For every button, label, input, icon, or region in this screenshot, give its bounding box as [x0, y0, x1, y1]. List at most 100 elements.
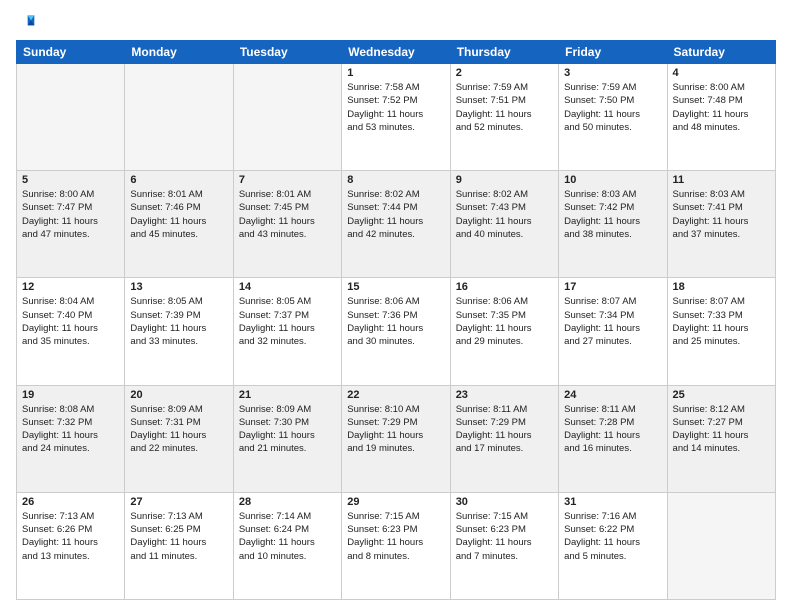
calendar-week-5: 26 Sunrise: 7:13 AM Sunset: 6:26 PM Dayli… — [17, 492, 776, 599]
calendar-week-3: 12 Sunrise: 8:04 AM Sunset: 7:40 PM Dayli… — [17, 278, 776, 385]
calendar-cell: 10 Sunrise: 8:03 AM Sunset: 7:42 PM Dayli… — [559, 171, 667, 278]
calendar-cell: 1 Sunrise: 7:58 AM Sunset: 7:52 PM Daylig… — [342, 64, 450, 171]
day-info: Sunrise: 7:13 AM Sunset: 6:25 PM Dayligh… — [130, 510, 227, 563]
day-number: 11 — [673, 174, 770, 186]
day-info: Sunrise: 8:00 AM Sunset: 7:48 PM Dayligh… — [673, 81, 770, 134]
calendar-cell: 13Sunrise: 8:05 AM Sunset: 7:39 PM Dayli… — [125, 278, 233, 385]
day-header-tuesday: Tuesday — [233, 41, 341, 64]
day-info: Sunrise: 7:16 AM Sunset: 6:22 PM Dayligh… — [564, 510, 661, 563]
day-info: Sunrise: 7:14 AM Sunset: 6:24 PM Dayligh… — [239, 510, 336, 563]
day-info: Sunrise: 8:07 AM Sunset: 7:34 PM Dayligh… — [564, 295, 661, 348]
calendar-cell: 15Sunrise: 8:06 AM Sunset: 7:36 PM Dayli… — [342, 278, 450, 385]
day-number: 14 — [239, 281, 336, 293]
day-info: Sunrise: 8:08 AM Sunset: 7:32 PM Dayligh… — [22, 403, 119, 456]
calendar-cell: 3 Sunrise: 7:59 AM Sunset: 7:50 PM Daylig… — [559, 64, 667, 171]
day-info: Sunrise: 7:59 AM Sunset: 7:51 PM Dayligh… — [456, 81, 553, 134]
logo — [16, 12, 40, 32]
day-number: 4 — [673, 67, 770, 79]
day-info: Sunrise: 7:15 AM Sunset: 6:23 PM Dayligh… — [456, 510, 553, 563]
day-info: Sunrise: 7:59 AM Sunset: 7:50 PM Dayligh… — [564, 81, 661, 134]
day-info: Sunrise: 8:06 AM Sunset: 7:36 PM Dayligh… — [347, 295, 444, 348]
calendar-cell: 29 Sunrise: 7:15 AM Sunset: 6:23 PM Dayli… — [342, 492, 450, 599]
day-number: 2 — [456, 67, 553, 79]
day-info: Sunrise: 8:09 AM Sunset: 7:31 PM Dayligh… — [130, 403, 227, 456]
day-info: Sunrise: 8:02 AM Sunset: 7:44 PM Dayligh… — [347, 188, 444, 241]
calendar-cell: 6Sunrise: 8:01 AM Sunset: 7:46 PM Daylig… — [125, 171, 233, 278]
day-info: Sunrise: 7:58 AM Sunset: 7:52 PM Dayligh… — [347, 81, 444, 134]
day-number: 26 — [22, 496, 119, 508]
calendar-cell: 4 Sunrise: 8:00 AM Sunset: 7:48 PM Daylig… — [667, 64, 775, 171]
calendar-cell: 26 Sunrise: 7:13 AM Sunset: 6:26 PM Dayli… — [17, 492, 125, 599]
calendar-cell: 24 Sunrise: 8:11 AM Sunset: 7:28 PM Dayli… — [559, 385, 667, 492]
day-info: Sunrise: 7:15 AM Sunset: 6:23 PM Dayligh… — [347, 510, 444, 563]
calendar-cell: 31 Sunrise: 7:16 AM Sunset: 6:22 PM Dayli… — [559, 492, 667, 599]
day-number: 29 — [347, 496, 444, 508]
calendar-cell: 2 Sunrise: 7:59 AM Sunset: 7:51 PM Daylig… — [450, 64, 558, 171]
page: SundayMondayTuesdayWednesdayThursdayFrid… — [0, 0, 792, 612]
day-number: 7 — [239, 174, 336, 186]
day-number: 9 — [456, 174, 553, 186]
day-header-friday: Friday — [559, 41, 667, 64]
calendar-cell: 12 Sunrise: 8:04 AM Sunset: 7:40 PM Dayli… — [17, 278, 125, 385]
day-number: 25 — [673, 389, 770, 401]
day-number: 13 — [130, 281, 227, 293]
day-info: Sunrise: 7:13 AM Sunset: 6:26 PM Dayligh… — [22, 510, 119, 563]
calendar-cell: 18 Sunrise: 8:07 AM Sunset: 7:33 PM Dayli… — [667, 278, 775, 385]
calendar-cell: 27 Sunrise: 7:13 AM Sunset: 6:25 PM Dayli… — [125, 492, 233, 599]
day-info: Sunrise: 8:03 AM Sunset: 7:42 PM Dayligh… — [564, 188, 661, 241]
day-number: 31 — [564, 496, 661, 508]
day-number: 24 — [564, 389, 661, 401]
day-number: 3 — [564, 67, 661, 79]
calendar-cell — [17, 64, 125, 171]
day-number: 8 — [347, 174, 444, 186]
calendar-header-row: SundayMondayTuesdayWednesdayThursdayFrid… — [17, 41, 776, 64]
day-info: Sunrise: 8:11 AM Sunset: 7:28 PM Dayligh… — [564, 403, 661, 456]
day-header-sunday: Sunday — [17, 41, 125, 64]
day-number: 30 — [456, 496, 553, 508]
day-number: 10 — [564, 174, 661, 186]
day-number: 19 — [22, 389, 119, 401]
day-number: 27 — [130, 496, 227, 508]
day-info: Sunrise: 8:12 AM Sunset: 7:27 PM Dayligh… — [673, 403, 770, 456]
header — [16, 12, 776, 32]
day-number: 23 — [456, 389, 553, 401]
day-info: Sunrise: 8:11 AM Sunset: 7:29 PM Dayligh… — [456, 403, 553, 456]
calendar-cell: 28 Sunrise: 7:14 AM Sunset: 6:24 PM Dayli… — [233, 492, 341, 599]
day-number: 21 — [239, 389, 336, 401]
day-number: 1 — [347, 67, 444, 79]
calendar-table: SundayMondayTuesdayWednesdayThursdayFrid… — [16, 40, 776, 600]
calendar-cell: 11 Sunrise: 8:03 AM Sunset: 7:41 PM Dayli… — [667, 171, 775, 278]
day-number: 28 — [239, 496, 336, 508]
calendar-cell: 8 Sunrise: 8:02 AM Sunset: 7:44 PM Daylig… — [342, 171, 450, 278]
calendar-cell: 20Sunrise: 8:09 AM Sunset: 7:31 PM Dayli… — [125, 385, 233, 492]
calendar-week-1: 1 Sunrise: 7:58 AM Sunset: 7:52 PM Daylig… — [17, 64, 776, 171]
calendar-cell: 7Sunrise: 8:01 AM Sunset: 7:45 PM Daylig… — [233, 171, 341, 278]
day-number: 5 — [22, 174, 119, 186]
day-header-saturday: Saturday — [667, 41, 775, 64]
day-number: 17 — [564, 281, 661, 293]
day-info: Sunrise: 8:05 AM Sunset: 7:37 PM Dayligh… — [239, 295, 336, 348]
calendar-cell: 16Sunrise: 8:06 AM Sunset: 7:35 PM Dayli… — [450, 278, 558, 385]
calendar-cell — [233, 64, 341, 171]
day-info: Sunrise: 8:03 AM Sunset: 7:41 PM Dayligh… — [673, 188, 770, 241]
calendar-cell — [667, 492, 775, 599]
calendar-cell: 5 Sunrise: 8:00 AM Sunset: 7:47 PM Daylig… — [17, 171, 125, 278]
calendar-cell: 30 Sunrise: 7:15 AM Sunset: 6:23 PM Dayli… — [450, 492, 558, 599]
day-number: 6 — [130, 174, 227, 186]
calendar-cell: 14 Sunrise: 8:05 AM Sunset: 7:37 PM Dayli… — [233, 278, 341, 385]
day-info: Sunrise: 8:06 AM Sunset: 7:35 PM Dayligh… — [456, 295, 553, 348]
day-header-thursday: Thursday — [450, 41, 558, 64]
day-number: 12 — [22, 281, 119, 293]
day-info: Sunrise: 8:04 AM Sunset: 7:40 PM Dayligh… — [22, 295, 119, 348]
calendar-week-2: 5 Sunrise: 8:00 AM Sunset: 7:47 PM Daylig… — [17, 171, 776, 278]
day-info: Sunrise: 8:10 AM Sunset: 7:29 PM Dayligh… — [347, 403, 444, 456]
calendar-cell: 25 Sunrise: 8:12 AM Sunset: 7:27 PM Dayli… — [667, 385, 775, 492]
day-info: Sunrise: 8:07 AM Sunset: 7:33 PM Dayligh… — [673, 295, 770, 348]
calendar-cell: 21Sunrise: 8:09 AM Sunset: 7:30 PM Dayli… — [233, 385, 341, 492]
logo-icon — [16, 12, 36, 32]
calendar-week-4: 19 Sunrise: 8:08 AM Sunset: 7:32 PM Dayli… — [17, 385, 776, 492]
day-header-monday: Monday — [125, 41, 233, 64]
calendar-cell: 17 Sunrise: 8:07 AM Sunset: 7:34 PM Dayli… — [559, 278, 667, 385]
day-info: Sunrise: 8:00 AM Sunset: 7:47 PM Dayligh… — [22, 188, 119, 241]
day-number: 18 — [673, 281, 770, 293]
